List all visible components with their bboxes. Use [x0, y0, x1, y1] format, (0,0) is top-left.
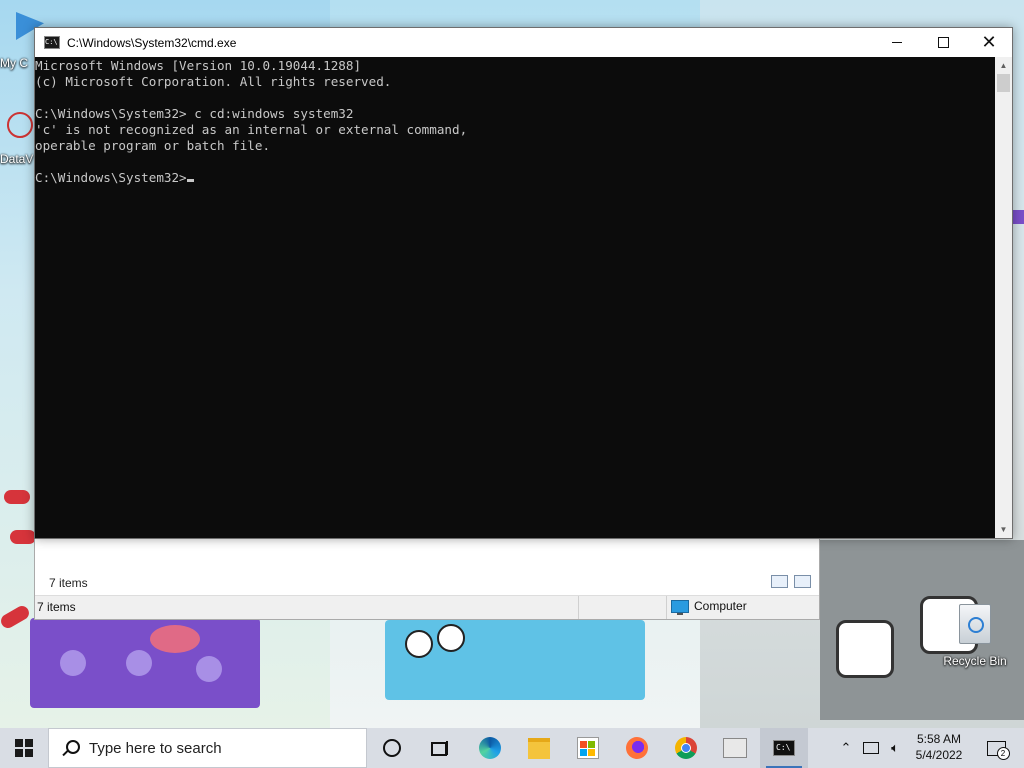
maximize-icon: [937, 37, 949, 48]
notification-icon: 2: [986, 740, 1010, 760]
status-location-label: Computer: [694, 599, 747, 613]
cmd-app-icon[interactable]: C:\: [44, 36, 60, 49]
datav-icon: [7, 112, 33, 138]
firefox-icon: [626, 737, 648, 759]
explorer-item-count: 7 items: [49, 576, 88, 590]
task-view-icon: [431, 741, 449, 756]
task-view-button[interactable]: [416, 728, 464, 768]
volume-button[interactable]: 🔈︎: [884, 728, 906, 768]
taskbar-store[interactable]: [564, 728, 612, 768]
cortana-button[interactable]: [368, 728, 416, 768]
wallpaper-edge: [1012, 210, 1024, 224]
console-line: Microsoft Windows [Version 10.0.19044.12…: [35, 58, 362, 73]
console-line: (c) Microsoft Corporation. All rights re…: [35, 74, 392, 89]
details-view-icon[interactable]: [771, 575, 788, 588]
edge-icon: [479, 737, 501, 759]
show-hidden-icons-button[interactable]: ⌃: [836, 728, 856, 768]
clock-time: 5:58 AM: [916, 732, 962, 746]
taskbar-file-explorer[interactable]: [515, 728, 563, 768]
console-line: C:\Windows\System32> c cd:windows system…: [35, 106, 354, 121]
console-prompt-line[interactable]: C:\Windows\System32>: [35, 170, 995, 186]
taskbar-photos[interactable]: [711, 728, 759, 768]
store-icon: [577, 737, 599, 759]
minimize-button[interactable]: [874, 28, 920, 57]
taskbar: Type here to search C:\ ⌃ 🔈︎ 5:58 AM 5/4…: [0, 728, 1024, 768]
taskbar-clock[interactable]: 5:58 AM 5/4/2022: [908, 731, 970, 763]
vertical-scrollbar[interactable]: ▲ ▼: [995, 57, 1012, 538]
photos-icon: [723, 738, 747, 758]
file-explorer-window: 7 items 7 items Computer: [34, 537, 820, 620]
scroll-down-arrow-icon[interactable]: ▼: [995, 521, 1012, 538]
search-placeholder: Type here to search: [89, 739, 222, 757]
taskbar-edge[interactable]: [466, 728, 514, 768]
recycle-bin-icon: [959, 604, 991, 644]
text-cursor: [186, 179, 194, 182]
wallpaper-purple-character: [30, 618, 260, 708]
wallpaper-blue-character: [385, 620, 645, 700]
wallpaper-arm: [4, 490, 30, 504]
explorer-status-area: 7 items: [35, 571, 819, 593]
close-icon: ✕: [981, 31, 997, 53]
console-prompt: C:\Windows\System32>: [35, 170, 187, 185]
taskbar-chrome[interactable]: [662, 728, 710, 768]
notification-badge: 2: [996, 746, 1010, 760]
console-output[interactable]: Microsoft Windows [Version 10.0.19044.12…: [35, 57, 995, 539]
status-divider: [578, 596, 579, 619]
chevron-up-icon: ⌃: [840, 740, 852, 755]
window-titlebar[interactable]: C:\ C:\Windows\System32\cmd.exe ✕: [35, 28, 1012, 57]
command-prompt-icon: C:\: [773, 740, 795, 756]
scroll-thumb[interactable]: [997, 74, 1010, 92]
network-button[interactable]: [860, 728, 882, 768]
folder-icon: [528, 737, 550, 759]
explorer-status-bar: 7 items Computer: [35, 595, 819, 619]
network-icon: [863, 742, 879, 754]
computer-icon: [671, 599, 689, 615]
speaker-icon: 🔈︎: [891, 740, 899, 755]
cortana-icon: [383, 739, 401, 757]
desktop-icon-recycle-bin[interactable]: Recycle Bin: [940, 604, 1010, 668]
explorer-view-buttons: [771, 575, 811, 588]
start-button[interactable]: [0, 728, 48, 768]
maximize-button[interactable]: [920, 28, 966, 57]
windows-logo-icon: [15, 739, 33, 757]
scroll-up-arrow-icon[interactable]: ▲: [995, 57, 1012, 74]
taskbar-command-prompt[interactable]: C:\: [760, 728, 808, 768]
status-location: Computer: [671, 599, 747, 615]
status-divider: [666, 596, 667, 619]
taskbar-search-box[interactable]: Type here to search: [48, 728, 367, 768]
status-bar-item-count: 7 items: [37, 600, 76, 614]
console-line: 'c' is not recognized as an internal or …: [35, 122, 468, 137]
minimize-icon: [892, 42, 902, 43]
wallpaper-character-mouth: [150, 625, 200, 653]
chrome-icon: [675, 737, 697, 759]
search-icon: [62, 740, 80, 756]
command-prompt-window[interactable]: C:\ C:\Windows\System32\cmd.exe ✕ Micros…: [34, 27, 1013, 539]
window-title: C:\Windows\System32\cmd.exe: [67, 35, 237, 50]
taskbar-firefox[interactable]: [613, 728, 661, 768]
large-icons-view-icon[interactable]: [794, 575, 811, 588]
action-center-button[interactable]: 2: [976, 728, 1016, 768]
desktop-icon-label: Recycle Bin: [943, 654, 1007, 668]
close-button[interactable]: ✕: [966, 28, 1012, 57]
wallpaper-arm: [10, 530, 36, 544]
clock-date: 5/4/2022: [915, 748, 963, 762]
console-line: operable program or batch file.: [35, 138, 271, 153]
